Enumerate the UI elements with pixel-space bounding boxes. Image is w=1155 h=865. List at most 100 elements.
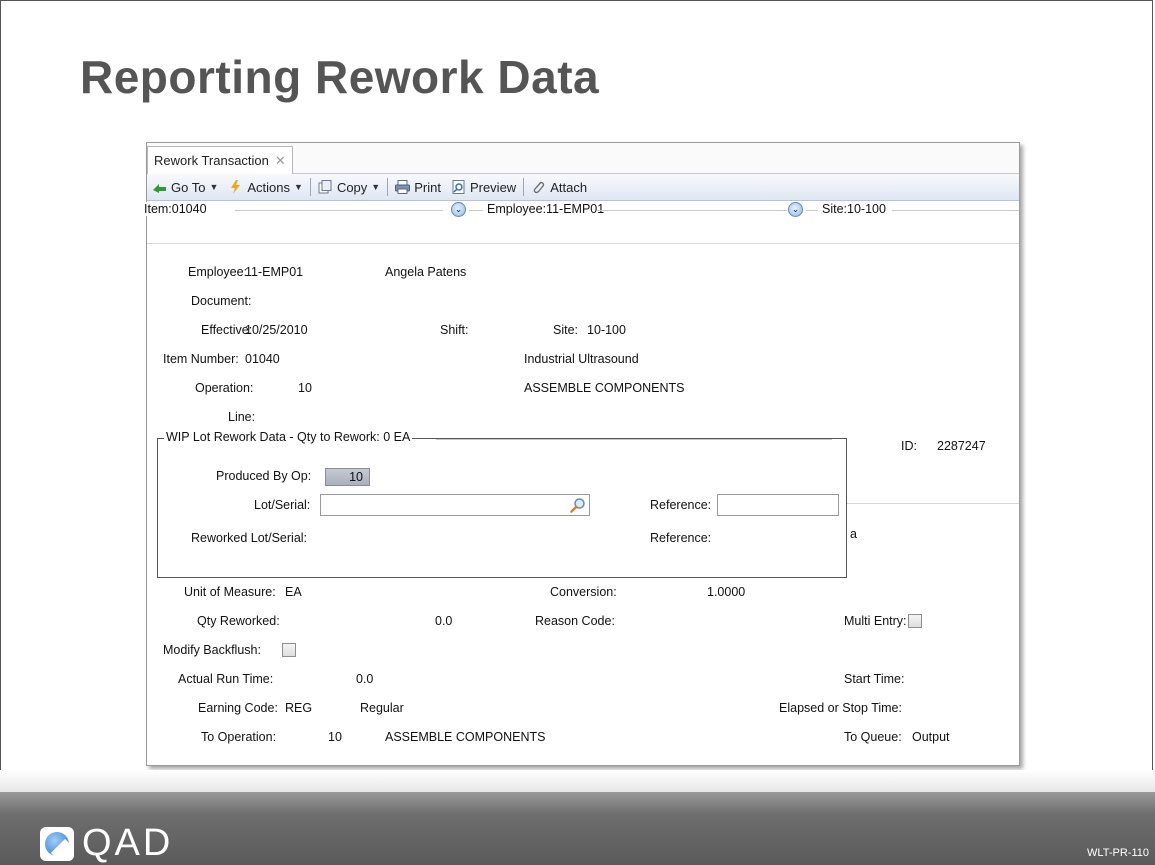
employee-value[interactable]: 11-EMP01 bbox=[245, 265, 303, 279]
qty-reworked-label: Qty Reworked: bbox=[197, 614, 280, 628]
preview-button[interactable]: Preview bbox=[446, 176, 521, 198]
paperclip-icon bbox=[533, 181, 545, 194]
tab-rework-transaction[interactable]: Rework Transaction ✕ bbox=[147, 146, 293, 174]
copy-icon bbox=[318, 180, 332, 194]
slide-title: Reporting Rework Data bbox=[80, 51, 600, 103]
copy-menu[interactable]: Copy ▼ bbox=[313, 176, 385, 198]
uom-value[interactable]: EA bbox=[285, 585, 302, 599]
multi-entry-checkbox[interactable] bbox=[908, 614, 922, 628]
item-number-value[interactable]: 01040 bbox=[245, 352, 280, 366]
chevron-down-icon[interactable]: ⌄ bbox=[451, 202, 466, 217]
modify-backflush-checkbox[interactable] bbox=[282, 643, 296, 657]
item-frame-label: Item:01040 bbox=[144, 202, 210, 216]
chevron-down-icon[interactable]: ⌄ bbox=[788, 202, 803, 217]
section-divider bbox=[847, 503, 1019, 504]
reworked-lot-serial-label: Reworked Lot/Serial: bbox=[191, 531, 308, 545]
lot-serial-label: Lot/Serial: bbox=[254, 498, 311, 512]
employee-label: Employee: bbox=[188, 265, 248, 279]
id-value: 2287247 bbox=[937, 439, 986, 453]
qad-logo-icon bbox=[40, 826, 74, 861]
chevron-down-icon: ▼ bbox=[371, 182, 381, 192]
to-operation-description: ASSEMBLE COMPONENTS bbox=[385, 730, 546, 744]
partially-hidden-text: a bbox=[850, 527, 857, 541]
wip-lot-rework-groupbox: WIP Lot Rework Data - Qty to Rework: 0 E… bbox=[157, 430, 847, 578]
frame-line bbox=[806, 210, 818, 211]
toolbar-separator bbox=[309, 178, 311, 196]
groupbox-line bbox=[436, 439, 832, 440]
slide-code: WLT-PR-110 bbox=[1087, 847, 1149, 859]
to-queue-value[interactable]: Output bbox=[912, 730, 950, 744]
preview-icon bbox=[452, 180, 465, 194]
wip-groupbox-title: WIP Lot Rework Data - Qty to Rework: 0 E… bbox=[164, 430, 413, 444]
multi-entry-label: Multi Entry: bbox=[844, 614, 907, 628]
printer-icon bbox=[395, 180, 411, 194]
elapsed-stop-time-label: Elapsed or Stop Time: bbox=[779, 701, 902, 715]
operation-label: Operation: bbox=[195, 381, 254, 395]
id-label: ID: bbox=[901, 439, 917, 453]
toolbar-separator bbox=[387, 178, 389, 196]
employee-name: Angela Patens bbox=[385, 265, 467, 279]
reference-label-2: Reference: bbox=[650, 531, 712, 545]
toolbar-separator bbox=[523, 178, 525, 196]
operation-value[interactable]: 10 bbox=[298, 381, 312, 395]
reference-label: Reference: bbox=[650, 498, 712, 512]
toolbar: Go To ▼ Actions ▼ Copy ▼ Print Preview A… bbox=[147, 174, 1019, 201]
tab-bar: Rework Transaction ✕ bbox=[147, 143, 1019, 174]
actions-menu[interactable]: Actions ▼ bbox=[223, 176, 308, 198]
frame-line bbox=[597, 210, 787, 211]
operation-description: ASSEMBLE COMPONENTS bbox=[524, 381, 685, 395]
earning-code-label: Earning Code: bbox=[198, 701, 278, 715]
earning-code-value[interactable]: REG bbox=[285, 701, 312, 715]
lot-serial-input[interactable] bbox=[320, 494, 590, 516]
goto-menu[interactable]: Go To ▼ bbox=[147, 176, 223, 198]
to-operation-label: To Operation: bbox=[201, 730, 277, 744]
shift-label: Shift: bbox=[440, 323, 469, 337]
document-label: Document: bbox=[191, 294, 252, 308]
qty-reworked-value[interactable]: 0.0 bbox=[435, 614, 452, 628]
modify-backflush-label: Modify Backflush: bbox=[163, 643, 261, 657]
frame-line bbox=[892, 210, 1019, 211]
produced-by-op-field[interactable]: 10 bbox=[325, 468, 370, 486]
actions-label: Actions bbox=[247, 179, 291, 195]
actual-run-time-value[interactable]: 0.0 bbox=[356, 672, 373, 686]
lightning-icon bbox=[231, 180, 241, 194]
preview-label: Preview bbox=[469, 179, 517, 195]
close-icon[interactable]: ✕ bbox=[275, 148, 286, 174]
item-description: Industrial Ultrasound bbox=[524, 352, 639, 366]
site-label: Site: bbox=[553, 323, 579, 337]
produced-by-op-label: Produced By Op: bbox=[216, 469, 312, 483]
goto-label: Go To bbox=[171, 179, 206, 195]
reason-code-label: Reason Code: bbox=[535, 614, 615, 628]
chevron-down-icon: ▼ bbox=[294, 182, 303, 192]
goto-arrow-icon bbox=[153, 184, 166, 193]
rework-transaction-window: Rework Transaction ✕ Go To ▼ Actions ▼ C… bbox=[144, 142, 1020, 766]
effective-value[interactable]: 10/25/2010 bbox=[245, 323, 308, 337]
site-frame-label: Site:10-100 bbox=[822, 202, 889, 216]
to-operation-value[interactable]: 10 bbox=[328, 730, 342, 744]
search-icon[interactable] bbox=[570, 497, 586, 513]
print-button[interactable]: Print bbox=[390, 176, 446, 198]
to-queue-label: To Queue: bbox=[844, 730, 902, 744]
copy-label: Copy bbox=[336, 179, 368, 195]
attach-button[interactable]: Attach bbox=[526, 176, 592, 198]
line-label: Line: bbox=[228, 410, 256, 424]
earning-code-description: Regular bbox=[360, 701, 404, 715]
site-value[interactable]: 10-100 bbox=[587, 323, 626, 337]
start-time-label: Start Time: bbox=[844, 672, 905, 686]
qad-logo: QAD bbox=[40, 822, 173, 865]
logo-text: QAD bbox=[82, 822, 174, 864]
print-label: Print bbox=[414, 179, 441, 195]
frame-line bbox=[469, 210, 483, 211]
conversion-value[interactable]: 1.0000 bbox=[707, 585, 745, 599]
attach-label: Attach bbox=[550, 179, 588, 195]
reference-input[interactable] bbox=[717, 494, 839, 516]
conversion-label: Conversion: bbox=[550, 585, 617, 599]
tab-label: Rework Transaction bbox=[154, 152, 269, 168]
employee-frame-label: Employee:11-EMP01 bbox=[487, 202, 608, 216]
item-number-label: Item Number: bbox=[163, 352, 239, 366]
chevron-down-icon: ▼ bbox=[209, 182, 219, 192]
frame-line bbox=[235, 210, 443, 211]
header-divider bbox=[147, 243, 1019, 244]
actual-run-time-label: Actual Run Time: bbox=[178, 672, 274, 686]
uom-label: Unit of Measure: bbox=[184, 585, 276, 599]
